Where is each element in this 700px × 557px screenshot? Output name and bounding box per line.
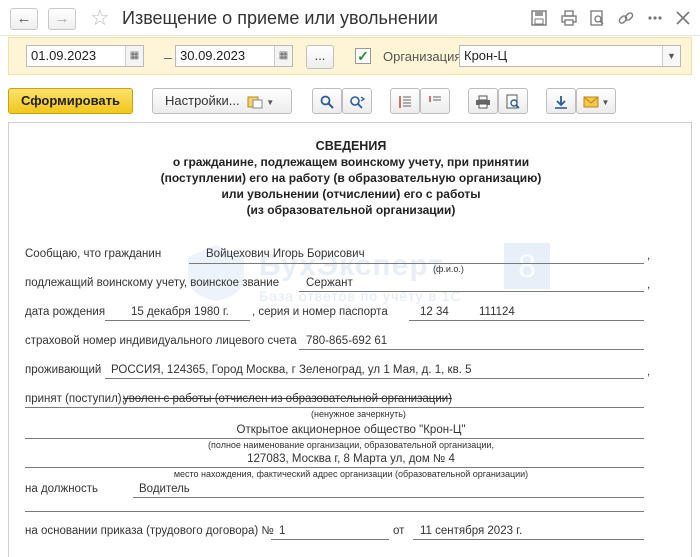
position-value: Водитель [139, 483, 190, 495]
organization-address-hint: место нахождения, фактический адрес орга… [173, 469, 529, 479]
collapse-groups-icon [429, 95, 441, 102]
variant-icon [247, 96, 263, 109]
hired-label: принят (поступил), [25, 393, 125, 405]
rank-label: подлежащий воинскому учету, воинское зва… [25, 277, 280, 289]
document-heading-5: (из образовательной организации) [246, 203, 456, 217]
date-to-field[interactable]: 30.09.2023 ▦ [175, 45, 293, 67]
position-underline [133, 497, 644, 498]
filter-panel: 01.09.2023 ▦ – 30.09.2023 ▦ ... ✓ Органи… [8, 37, 692, 75]
organization-select[interactable]: Крон-Ц ▼ [459, 45, 681, 67]
settings-label: Настройки... [165, 93, 240, 108]
birth-label: дата рождения [25, 306, 106, 318]
settings-button[interactable]: Настройки... ▼ [152, 88, 292, 114]
organization-checkbox[interactable]: ✓ [355, 48, 371, 64]
print-icon [476, 95, 490, 109]
organization-value: Крон-Ц [464, 48, 508, 63]
date-range-dash: – [164, 49, 172, 65]
snils-label: страховой номер индивидуального лицевого… [25, 335, 297, 347]
hired-underline [25, 407, 644, 408]
chevron-down-icon[interactable]: ▼ [266, 98, 274, 107]
document-heading-1: СВЕДЕНИЯ [315, 139, 387, 153]
date-from-value: 01.09.2023 [31, 48, 97, 63]
date-to-value: 30.09.2023 [180, 48, 246, 63]
passport-label: , серия и номер паспорта [252, 306, 388, 318]
organization-address: 127083, Москва г, 8 Марта ул, дом № 4 [247, 453, 455, 465]
comma: , [647, 366, 651, 378]
document-heading-2: о гражданине, подлежащем воинскому учету… [172, 155, 530, 169]
search-button[interactable] [312, 88, 342, 114]
document-heading-4: или увольнении (отчислении) его с работы [221, 187, 481, 201]
dismissed-struck-text: уволен с работы (отчислен из образовател… [123, 393, 453, 405]
chevron-down-icon[interactable]: ▼ [602, 98, 610, 107]
passport-series: 12 34 [420, 306, 449, 318]
period-select-button[interactable]: ... [306, 45, 334, 69]
window-title: Извещение о приеме или увольнении [122, 8, 438, 28]
send-email-button[interactable]: ▼ [576, 88, 616, 114]
order-number: 1 [279, 525, 286, 537]
print-icon[interactable] [560, 9, 578, 27]
position-label: на должность [25, 483, 98, 495]
citizen-underline [189, 263, 644, 264]
expand-groups-icon [399, 95, 411, 108]
snils-underline [299, 349, 644, 350]
order-from-label: от [393, 525, 405, 537]
passport-number: 111124 [479, 306, 515, 318]
favorite-star-icon[interactable]: ☆ [90, 5, 110, 31]
close-icon[interactable] [674, 9, 692, 27]
search-next-button[interactable] [342, 88, 372, 114]
download-button[interactable] [546, 88, 576, 114]
preview-icon [506, 94, 520, 109]
order-label: на основании приказа (трудового договора… [25, 525, 274, 537]
collapse-groups-button[interactable] [420, 88, 450, 114]
back-button[interactable]: ← [10, 8, 38, 30]
chevron-down-icon[interactable]: ▼ [662, 46, 680, 66]
document-heading-3: (поступлении) его на работу (в образоват… [160, 171, 542, 185]
date-from-field[interactable]: 01.09.2023 ▦ [26, 45, 144, 67]
generate-button[interactable]: Сформировать [8, 88, 133, 114]
expand-groups-button[interactable] [390, 88, 420, 114]
comma: , [647, 250, 651, 262]
rank-underline [299, 291, 644, 292]
address-value: РОССИЯ, 124365, Город Москва, г Зеленогр… [111, 364, 472, 376]
preview-icon[interactable] [588, 9, 606, 27]
strike-hint: (ненужное зачеркнуть) [311, 409, 406, 419]
calendar-icon[interactable]: ▦ [274, 46, 292, 66]
organization-address-underline [25, 467, 644, 468]
blank-underline [25, 511, 644, 512]
more-actions-icon[interactable] [646, 9, 664, 27]
download-icon [555, 95, 567, 109]
passport-underline [409, 320, 644, 321]
calendar-icon[interactable]: ▦ [125, 46, 143, 66]
window-titlebar: ← → ☆ Извещение о приеме или увольнении [0, 0, 700, 36]
comma: , [647, 279, 651, 291]
search-next-icon [350, 95, 366, 109]
report-document: БухЭксперт База ответов по учёту в 1С 8 … [8, 122, 692, 557]
birth-underline [105, 320, 250, 321]
order-date: 11 сентября 2023 г. [420, 525, 523, 537]
rank-value: Сержант [306, 277, 353, 289]
print-button[interactable] [468, 88, 498, 114]
organization-label: Организация: [383, 49, 466, 64]
address-underline [105, 378, 644, 379]
watermark-badge: 8 [504, 243, 550, 289]
forward-button[interactable]: → [48, 8, 76, 30]
search-icon [320, 95, 334, 109]
snils-value: 780-865-692 61 [306, 335, 388, 347]
link-icon[interactable] [617, 9, 635, 27]
save-icon[interactable] [530, 9, 548, 27]
order-number-underline [271, 539, 389, 540]
organization-name-hint: (полное наименование организации, образо… [208, 440, 494, 450]
fio-hint: (ф.и.о.) [433, 264, 464, 274]
birth-value: 15 декабря 1980 г. [131, 306, 229, 318]
organization-underline [25, 438, 644, 439]
order-date-underline [413, 539, 644, 540]
envelope-icon [583, 96, 599, 108]
address-label: проживающий [25, 364, 102, 376]
citizen-label: Сообщаю, что гражданин [25, 248, 162, 260]
preview-button[interactable] [498, 88, 528, 114]
organization-full-name: Открытое акционерное общество "Крон-Ц" [236, 424, 466, 436]
citizen-name: Войцехович Игорь Борисович [206, 248, 365, 260]
